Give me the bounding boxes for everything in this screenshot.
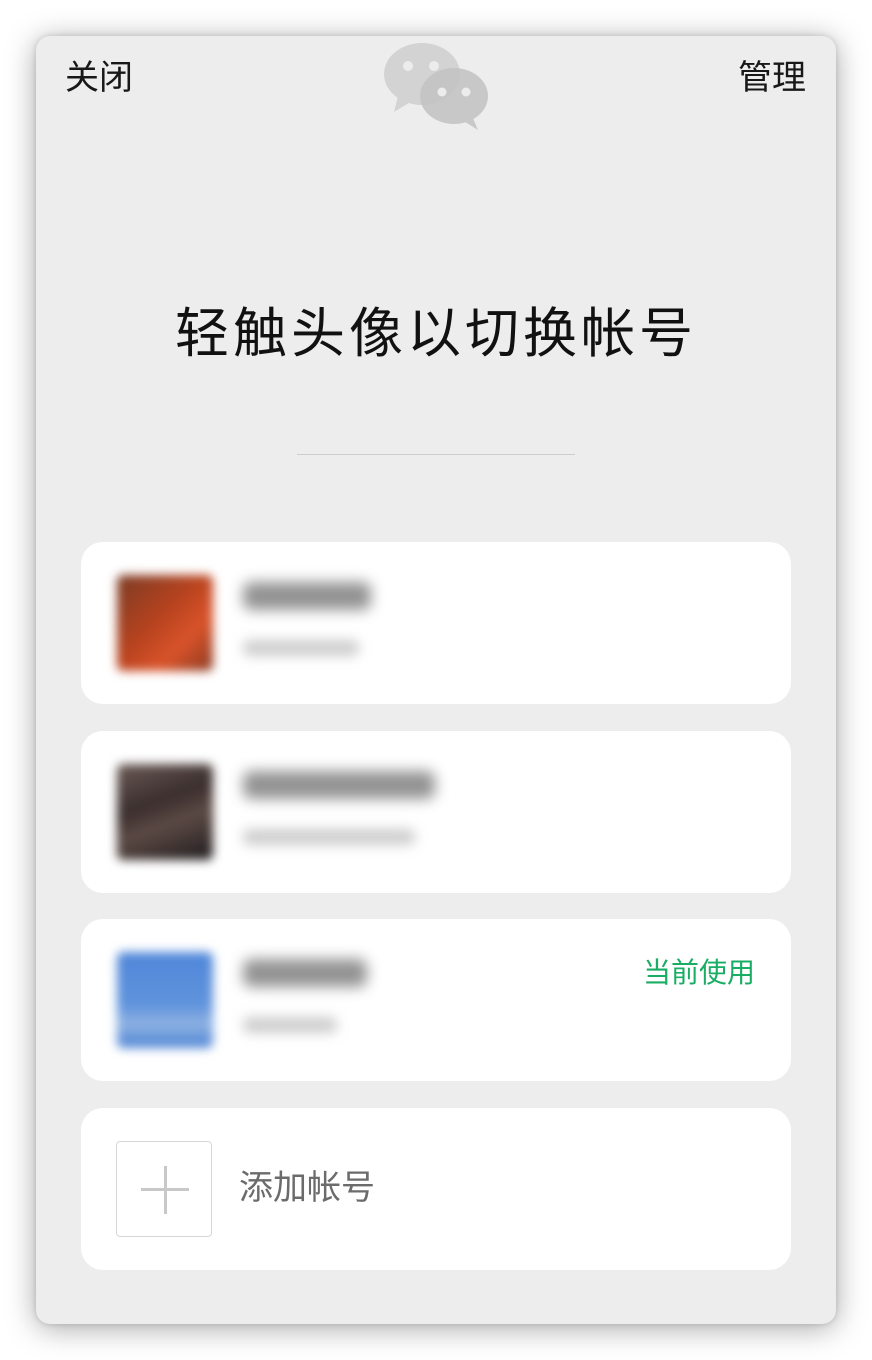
page-title: 轻触头像以切换帐号 — [175, 302, 697, 365]
avatar[interactable] — [117, 575, 213, 671]
account-switch-panel: 关闭 管理 轻触头像以切换帐号 当前使用 添加帐号 — [36, 36, 836, 1324]
avatar[interactable] — [117, 952, 213, 1048]
close-button[interactable]: 关闭 — [65, 56, 133, 100]
divider — [297, 454, 575, 455]
add-account-icon-box[interactable] — [116, 1141, 212, 1237]
account-card-1[interactable] — [81, 542, 791, 704]
blurred-account-id — [243, 640, 359, 656]
blurred-account-name — [243, 582, 371, 610]
account-card-2[interactable] — [81, 731, 791, 893]
wechat-logo-icon — [384, 43, 488, 130]
blurred-account-name — [243, 959, 367, 987]
avatar[interactable] — [117, 764, 213, 860]
account-card-3[interactable]: 当前使用 — [81, 919, 791, 1081]
add-account-label: 添加帐号 — [239, 1168, 375, 1208]
blurred-account-id — [243, 1017, 337, 1033]
blurred-account-name — [243, 771, 435, 799]
plus-icon — [163, 1166, 167, 1214]
current-account-badge: 当前使用 — [642, 956, 755, 989]
add-account-button[interactable]: 添加帐号 — [81, 1108, 791, 1270]
blurred-account-id — [243, 829, 415, 845]
manage-button[interactable]: 管理 — [738, 56, 806, 100]
